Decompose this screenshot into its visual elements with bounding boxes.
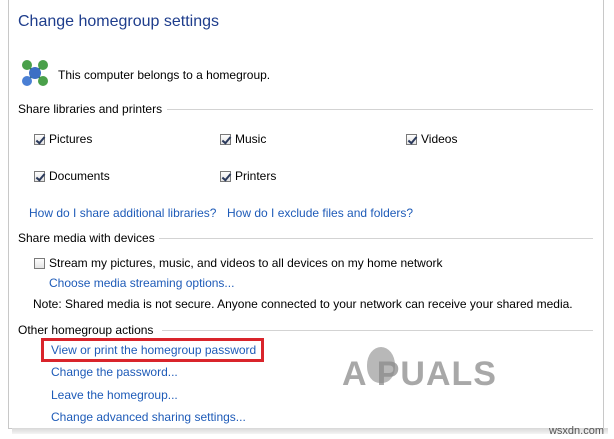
- pictures-label: Pictures: [49, 132, 93, 146]
- documents-checkbox[interactable]: [34, 171, 45, 182]
- section-heading-share-libraries: Share libraries and printers: [18, 102, 163, 116]
- section-divider: [162, 330, 593, 331]
- music-checkbox[interactable]: [220, 134, 231, 145]
- change-password-link[interactable]: Change the password...: [51, 365, 178, 379]
- stream-media-checkbox[interactable]: [34, 258, 45, 269]
- highlight-box: [41, 338, 264, 362]
- advanced-sharing-link[interactable]: Change advanced sharing settings...: [51, 410, 246, 424]
- homegroup-network-icon: [22, 60, 48, 86]
- page-title: Change homegroup settings: [18, 13, 220, 30]
- music-label: Music: [235, 132, 267, 146]
- section-heading-other-actions: Other homegroup actions: [18, 323, 154, 337]
- videos-label: Videos: [421, 132, 458, 146]
- section-divider: [167, 109, 593, 110]
- leave-homegroup-link[interactable]: Leave the homegroup...: [51, 388, 178, 402]
- site-watermark: wsxdn.com: [548, 425, 604, 437]
- pictures-checkbox[interactable]: [34, 134, 45, 145]
- section-heading-share-media: Share media with devices: [18, 231, 155, 245]
- documents-label: Documents: [49, 169, 110, 183]
- exclude-files-link[interactable]: How do I exclude files and folders?: [227, 206, 413, 220]
- videos-checkbox[interactable]: [406, 134, 417, 145]
- share-additional-libraries-link[interactable]: How do I share additional libraries?: [29, 206, 216, 220]
- homegroup-status-text: This computer belongs to a homegroup.: [58, 68, 271, 82]
- shared-media-note: Note: Shared media is not secure. Anyone…: [33, 297, 573, 311]
- printers-label: Printers: [235, 169, 277, 183]
- window-shadow: [12, 428, 608, 434]
- media-streaming-options-link[interactable]: Choose media streaming options...: [49, 276, 234, 290]
- printers-checkbox[interactable]: [220, 171, 231, 182]
- section-divider: [159, 238, 593, 239]
- watermark-logo: A PUALS: [342, 355, 497, 393]
- stream-media-label: Stream my pictures, music, and videos to…: [49, 256, 443, 270]
